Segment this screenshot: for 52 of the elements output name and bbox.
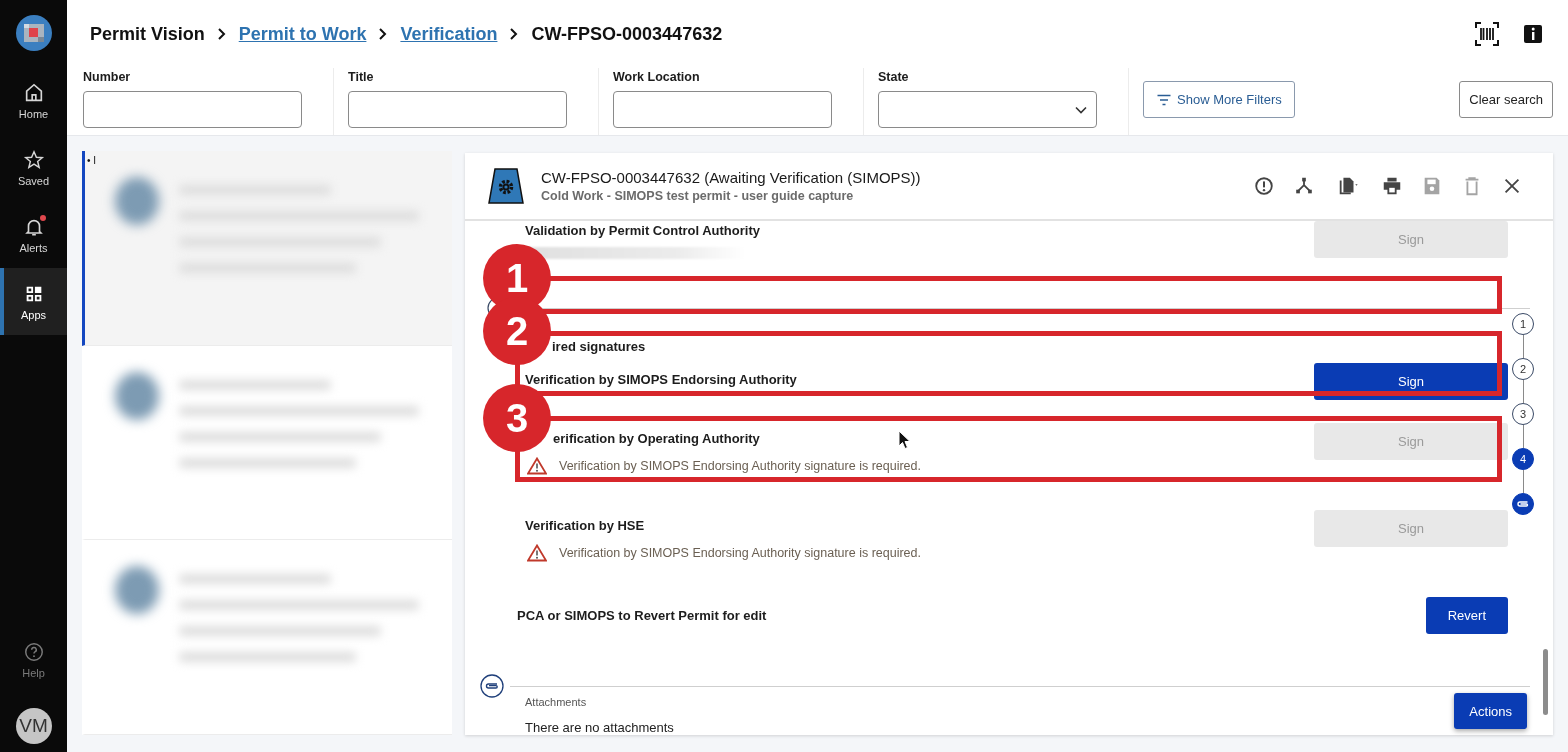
app-title: Permit Vision bbox=[90, 23, 205, 45]
filter-label: State bbox=[878, 70, 910, 84]
signature-label: erification by Operating Authority bbox=[553, 430, 760, 448]
help-icon bbox=[22, 640, 45, 663]
alert-icon[interactable] bbox=[1253, 175, 1275, 197]
list-marker-text: • I bbox=[87, 155, 97, 166]
section-heading: ired signatures bbox=[552, 338, 647, 356]
permit-title: CW-FPSO-0003447632 (Awaiting Verification (SIMOPS)) bbox=[541, 169, 921, 186]
user-avatar[interactable]: VM bbox=[15, 708, 52, 744]
filter-label: Number bbox=[83, 70, 132, 84]
gear-badge-icon bbox=[487, 167, 525, 205]
blurred-list-item[interactable] bbox=[82, 151, 452, 346]
nav-item[interactable]: Saved bbox=[0, 134, 67, 201]
nav-item[interactable]: Alerts bbox=[0, 201, 67, 268]
warning-message: Verification by SIMOPS Endorsing Authority signature is required. bbox=[559, 545, 921, 562]
scrollbar-thumb[interactable] bbox=[1543, 649, 1548, 715]
nav-item[interactable]: Apps bbox=[0, 268, 67, 335]
filter-label: Work Location bbox=[613, 70, 701, 84]
revert-button[interactable]: Revert bbox=[1425, 597, 1508, 634]
breadcrumb-link[interactable]: Verification bbox=[400, 23, 498, 45]
attachment-step[interactable] bbox=[1512, 493, 1534, 515]
logo-icon[interactable] bbox=[15, 15, 52, 51]
filter-label: Title bbox=[348, 70, 375, 84]
star-icon bbox=[22, 148, 45, 171]
actions-button[interactable]: Actions bbox=[1454, 693, 1527, 729]
breadcrumb-current: CW-FPSO-0003447632 bbox=[531, 23, 723, 45]
breadcrumb-link[interactable]: Permit to Work bbox=[238, 23, 367, 45]
show-more-filters-button[interactable]: Show More Filters bbox=[1143, 81, 1295, 118]
input-field[interactable] bbox=[613, 91, 832, 128]
input-field[interactable] bbox=[348, 91, 567, 128]
select-field[interactable] bbox=[878, 91, 1097, 128]
step-indicator[interactable]: 4 bbox=[1512, 448, 1534, 470]
clear-search-button[interactable]: Clear search bbox=[1459, 81, 1553, 118]
input-field[interactable] bbox=[83, 91, 302, 128]
barcode-scan-icon[interactable] bbox=[1474, 21, 1500, 47]
help-nav-item[interactable]: Help bbox=[0, 626, 67, 693]
warning-icon bbox=[527, 544, 547, 562]
step-indicator[interactable]: 1 bbox=[1512, 313, 1534, 335]
permit-subtitle: Cold Work - SIMOPS test permit - user guide capture bbox=[541, 189, 855, 203]
signature-label: Validation by Permit Control Authority bbox=[525, 222, 760, 240]
revert-label: PCA or SIMOPS to Revert Permit for edit bbox=[517, 606, 767, 625]
mouse-pointer-icon bbox=[898, 430, 912, 450]
paperclip-icon bbox=[480, 674, 504, 698]
print-icon[interactable] bbox=[1381, 175, 1403, 197]
attachments-heading: Attachments bbox=[525, 696, 588, 708]
warning-message: Verification by SIMOPS Endorsing Authority signature is required. bbox=[559, 458, 921, 475]
nav-item[interactable]: Home bbox=[0, 67, 67, 134]
step-indicator[interactable]: 2 bbox=[1512, 358, 1534, 380]
step-indicator[interactable]: 3 bbox=[1512, 403, 1534, 425]
empty-attachments-text: There are no attachments bbox=[525, 720, 675, 735]
signature-label: Verification by HSE bbox=[525, 517, 645, 535]
warning-icon bbox=[527, 457, 547, 475]
